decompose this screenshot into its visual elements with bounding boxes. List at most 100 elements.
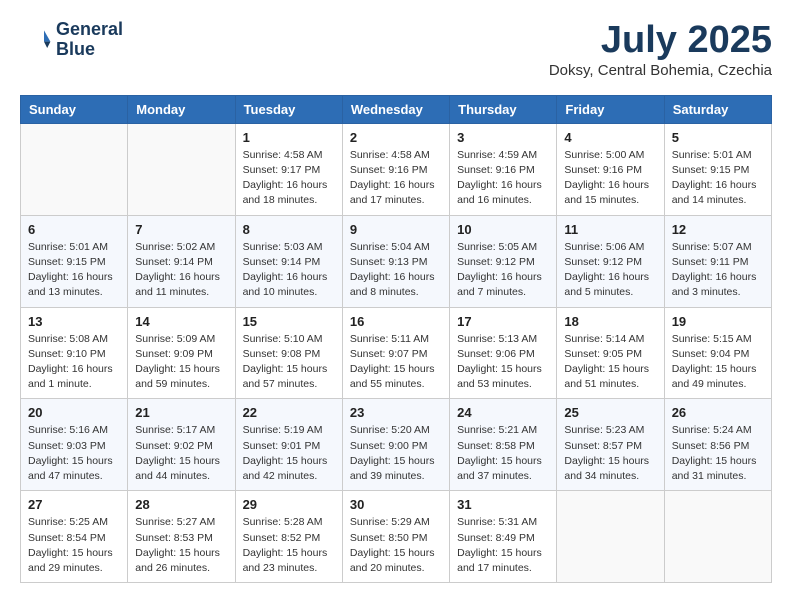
day-info: Sunrise: 5:27 AM Sunset: 8:53 PM Dayligh…: [135, 515, 227, 576]
location: Doksy, Central Bohemia, Czechia: [549, 62, 772, 79]
calendar-day-cell: 30 Sunrise: 5:29 AM Sunset: 8:50 PM Dayli…: [342, 491, 449, 583]
day-info: Sunrise: 5:01 AM Sunset: 9:15 PM Dayligh…: [672, 148, 764, 209]
calendar-day-cell: 28 Sunrise: 5:27 AM Sunset: 8:53 PM Dayli…: [128, 491, 235, 583]
day-info: Sunrise: 5:15 AM Sunset: 9:04 PM Dayligh…: [672, 332, 764, 393]
calendar-day-cell: 14Sunrise: 5:09 AM Sunset: 9:09 PM Dayli…: [128, 307, 235, 399]
day-info: Sunrise: 5:14 AM Sunset: 9:05 PM Dayligh…: [564, 332, 656, 393]
calendar-week-row: 27 Sunrise: 5:25 AM Sunset: 8:54 PM Dayli…: [21, 491, 772, 583]
day-number: 9: [350, 222, 442, 237]
calendar-day-cell: [664, 491, 771, 583]
weekday-header-cell: Sunday: [21, 95, 128, 123]
day-info: Sunrise: 5:05 AM Sunset: 9:12 PM Dayligh…: [457, 240, 549, 301]
calendar-day-cell: 22Sunrise: 5:19 AM Sunset: 9:01 PM Dayli…: [235, 399, 342, 491]
calendar-day-cell: 3 Sunrise: 4:59 AM Sunset: 9:16 PM Daylig…: [450, 123, 557, 215]
logo: General Blue: [20, 20, 123, 60]
day-info: Sunrise: 4:58 AM Sunset: 9:17 PM Dayligh…: [243, 148, 335, 209]
calendar-day-cell: [21, 123, 128, 215]
day-info: Sunrise: 5:24 AM Sunset: 8:56 PM Dayligh…: [672, 423, 764, 484]
weekday-header-cell: Tuesday: [235, 95, 342, 123]
weekday-header-row: SundayMondayTuesdayWednesdayThursdayFrid…: [21, 95, 772, 123]
day-info: Sunrise: 5:25 AM Sunset: 8:54 PM Dayligh…: [28, 515, 120, 576]
weekday-header-cell: Wednesday: [342, 95, 449, 123]
day-info: Sunrise: 5:29 AM Sunset: 8:50 PM Dayligh…: [350, 515, 442, 576]
calendar-day-cell: 27 Sunrise: 5:25 AM Sunset: 8:54 PM Dayli…: [21, 491, 128, 583]
day-number: 8: [243, 222, 335, 237]
calendar-week-row: 6 Sunrise: 5:01 AM Sunset: 9:15 PM Daylig…: [21, 215, 772, 307]
calendar-day-cell: [557, 491, 664, 583]
day-number: 10: [457, 222, 549, 237]
day-info: Sunrise: 5:20 AM Sunset: 9:00 PM Dayligh…: [350, 423, 442, 484]
calendar-day-cell: 26 Sunrise: 5:24 AM Sunset: 8:56 PM Dayli…: [664, 399, 771, 491]
calendar-day-cell: 25Sunrise: 5:23 AM Sunset: 8:57 PM Dayli…: [557, 399, 664, 491]
day-info: Sunrise: 5:31 AM Sunset: 8:49 PM Dayligh…: [457, 515, 549, 576]
calendar-day-cell: 10 Sunrise: 5:05 AM Sunset: 9:12 PM Dayli…: [450, 215, 557, 307]
day-number: 13: [28, 314, 120, 329]
day-number: 25: [564, 405, 656, 420]
weekday-header-cell: Monday: [128, 95, 235, 123]
calendar-day-cell: 21 Sunrise: 5:17 AM Sunset: 9:02 PM Dayli…: [128, 399, 235, 491]
title-block: July 2025 Doksy, Central Bohemia, Czechi…: [549, 20, 772, 79]
calendar-day-cell: [128, 123, 235, 215]
weekday-header-cell: Thursday: [450, 95, 557, 123]
day-number: 14: [135, 314, 227, 329]
day-info: Sunrise: 5:08 AM Sunset: 9:10 PM Dayligh…: [28, 332, 120, 393]
logo-icon: [20, 24, 52, 56]
day-number: 6: [28, 222, 120, 237]
calendar-day-cell: 23 Sunrise: 5:20 AM Sunset: 9:00 PM Dayli…: [342, 399, 449, 491]
page-header: General Blue July 2025 Doksy, Central Bo…: [20, 20, 772, 79]
calendar-day-cell: 9 Sunrise: 5:04 AM Sunset: 9:13 PM Daylig…: [342, 215, 449, 307]
day-number: 28: [135, 497, 227, 512]
day-number: 17: [457, 314, 549, 329]
day-number: 23: [350, 405, 442, 420]
weekday-header-cell: Saturday: [664, 95, 771, 123]
calendar-week-row: 1 Sunrise: 4:58 AM Sunset: 9:17 PM Daylig…: [21, 123, 772, 215]
calendar-day-cell: 2Sunrise: 4:58 AM Sunset: 9:16 PM Daylig…: [342, 123, 449, 215]
day-info: Sunrise: 5:10 AM Sunset: 9:08 PM Dayligh…: [243, 332, 335, 393]
calendar-week-row: 13 Sunrise: 5:08 AM Sunset: 9:10 PM Dayli…: [21, 307, 772, 399]
day-info: Sunrise: 5:28 AM Sunset: 8:52 PM Dayligh…: [243, 515, 335, 576]
calendar-day-cell: 6 Sunrise: 5:01 AM Sunset: 9:15 PM Daylig…: [21, 215, 128, 307]
calendar-day-cell: 5 Sunrise: 5:01 AM Sunset: 9:15 PM Daylig…: [664, 123, 771, 215]
day-number: 30: [350, 497, 442, 512]
calendar-day-cell: 7 Sunrise: 5:02 AM Sunset: 9:14 PM Daylig…: [128, 215, 235, 307]
day-info: Sunrise: 5:11 AM Sunset: 9:07 PM Dayligh…: [350, 332, 442, 393]
day-number: 26: [672, 405, 764, 420]
day-info: Sunrise: 5:21 AM Sunset: 8:58 PM Dayligh…: [457, 423, 549, 484]
day-number: 19: [672, 314, 764, 329]
day-number: 20: [28, 405, 120, 420]
day-number: 1: [243, 130, 335, 145]
day-number: 4: [564, 130, 656, 145]
weekday-header-cell: Friday: [557, 95, 664, 123]
day-number: 24: [457, 405, 549, 420]
month-year: July 2025: [549, 20, 772, 62]
day-number: 21: [135, 405, 227, 420]
day-info: Sunrise: 5:13 AM Sunset: 9:06 PM Dayligh…: [457, 332, 549, 393]
day-info: Sunrise: 5:07 AM Sunset: 9:11 PM Dayligh…: [672, 240, 764, 301]
calendar-day-cell: 15 Sunrise: 5:10 AM Sunset: 9:08 PM Dayli…: [235, 307, 342, 399]
calendar-day-cell: 4 Sunrise: 5:00 AM Sunset: 9:16 PM Daylig…: [557, 123, 664, 215]
day-info: Sunrise: 4:59 AM Sunset: 9:16 PM Dayligh…: [457, 148, 549, 209]
day-number: 7: [135, 222, 227, 237]
calendar-day-cell: 16 Sunrise: 5:11 AM Sunset: 9:07 PM Dayli…: [342, 307, 449, 399]
day-number: 27: [28, 497, 120, 512]
day-number: 5: [672, 130, 764, 145]
calendar-day-cell: 11Sunrise: 5:06 AM Sunset: 9:12 PM Dayli…: [557, 215, 664, 307]
day-info: Sunrise: 5:04 AM Sunset: 9:13 PM Dayligh…: [350, 240, 442, 301]
calendar-week-row: 20 Sunrise: 5:16 AM Sunset: 9:03 PM Dayli…: [21, 399, 772, 491]
day-number: 16: [350, 314, 442, 329]
day-number: 31: [457, 497, 549, 512]
calendar-day-cell: 17 Sunrise: 5:13 AM Sunset: 9:06 PM Dayli…: [450, 307, 557, 399]
day-info: Sunrise: 5:16 AM Sunset: 9:03 PM Dayligh…: [28, 423, 120, 484]
day-info: Sunrise: 5:17 AM Sunset: 9:02 PM Dayligh…: [135, 423, 227, 484]
day-number: 3: [457, 130, 549, 145]
day-info: Sunrise: 5:02 AM Sunset: 9:14 PM Dayligh…: [135, 240, 227, 301]
day-number: 15: [243, 314, 335, 329]
logo-text: General Blue: [56, 20, 123, 60]
day-info: Sunrise: 5:01 AM Sunset: 9:15 PM Dayligh…: [28, 240, 120, 301]
calendar-day-cell: 29 Sunrise: 5:28 AM Sunset: 8:52 PM Dayli…: [235, 491, 342, 583]
calendar-body: 1 Sunrise: 4:58 AM Sunset: 9:17 PM Daylig…: [21, 123, 772, 582]
day-number: 29: [243, 497, 335, 512]
day-info: Sunrise: 5:06 AM Sunset: 9:12 PM Dayligh…: [564, 240, 656, 301]
day-number: 22: [243, 405, 335, 420]
day-info: Sunrise: 5:00 AM Sunset: 9:16 PM Dayligh…: [564, 148, 656, 209]
